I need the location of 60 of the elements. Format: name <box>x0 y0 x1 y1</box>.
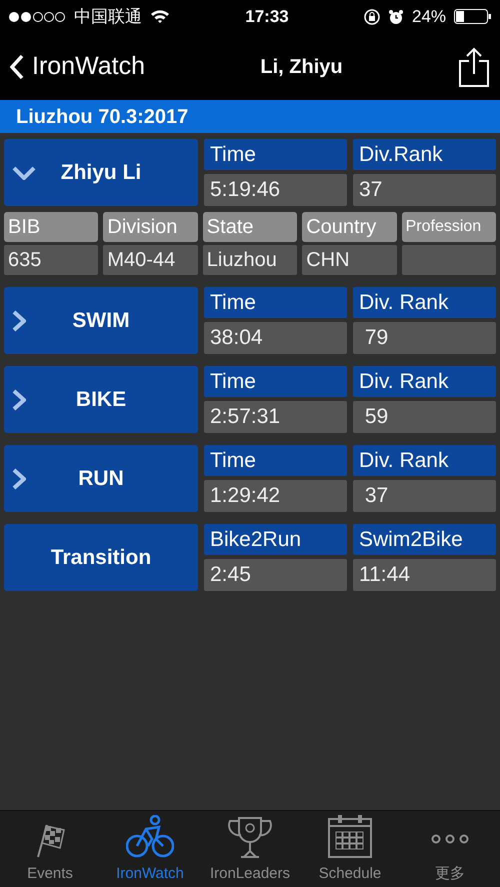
calendar-icon <box>327 812 373 858</box>
page-title: Li, Zhiyu <box>260 54 343 80</box>
alarm-icon <box>388 8 404 24</box>
signal-icon <box>8 10 66 22</box>
chevron-right-icon <box>12 468 26 490</box>
stat-value: 2:57:31 <box>204 401 347 433</box>
stat-value: 37 <box>353 174 496 206</box>
stat-value: 59 <box>353 401 496 433</box>
info-value: M40-44 <box>103 245 198 275</box>
segment-button[interactable]: SWIM <box>4 287 198 354</box>
tab-item[interactable]: Events <box>0 811 100 887</box>
tab-item[interactable]: 更多 <box>400 811 500 887</box>
stat-label: Bike2Run <box>204 524 347 555</box>
back-button[interactable]: IronWatch <box>10 48 146 86</box>
info-label: Profession <box>402 212 496 242</box>
stat-value: 2:45 <box>204 559 347 591</box>
event-title: Liuzhou 70.3:2017 <box>16 104 188 130</box>
chevron-right-icon <box>12 388 26 410</box>
stat-value: 11:44 <box>353 559 496 591</box>
more-icon <box>430 832 470 844</box>
stat-label: Time <box>204 287 347 318</box>
info-label: BIB <box>4 212 98 242</box>
stat-value: 1:29:42 <box>204 480 347 512</box>
cyclist-icon <box>126 814 174 858</box>
segment-button[interactable]: BIKE <box>4 366 198 433</box>
segment-button[interactable]: RUN <box>4 445 198 512</box>
stat-label: Div.Rank <box>353 139 496 170</box>
tab-item[interactable]: IronLeaders <box>200 811 300 887</box>
rotation-lock-icon <box>364 8 380 24</box>
athlete-name-button[interactable]: Zhiyu Li <box>4 139 198 206</box>
tab-item[interactable]: Schedule <box>300 811 400 887</box>
wifi-icon <box>150 9 170 24</box>
info-value: CHN <box>302 245 397 275</box>
info-value: 635 <box>4 245 98 275</box>
status-time: 17:33 <box>245 6 289 28</box>
stat-label: Div. Rank <box>353 287 496 318</box>
stat-value: 37 <box>353 480 496 512</box>
stat-label: Time <box>204 366 347 397</box>
stat-label: Div. Rank <box>353 366 496 397</box>
battery-percent: 24% <box>412 6 446 28</box>
info-label: Country <box>302 212 397 242</box>
stat-value: 5:19:46 <box>204 174 347 206</box>
stat-label: Div. Rank <box>353 445 496 476</box>
battery-icon <box>454 9 492 24</box>
info-label: State <box>202 212 298 242</box>
info-label: Division <box>103 212 198 242</box>
stat-label: Time <box>204 139 347 170</box>
stat-label: Swim2Bike <box>353 524 496 555</box>
share-icon[interactable] <box>458 46 490 86</box>
trophy-icon <box>227 814 273 858</box>
section-header: Transition <box>4 524 198 591</box>
tab-item[interactable]: IronWatch <box>100 811 200 887</box>
info-value: Liuzhou <box>202 245 298 275</box>
carrier-name: 中国联通 <box>74 6 142 28</box>
chevron-down-icon <box>12 166 36 180</box>
stat-value: 38:04 <box>204 322 347 354</box>
stat-value: 79 <box>353 322 496 354</box>
back-chevron-icon <box>10 54 24 80</box>
stat-label: Time <box>204 445 347 476</box>
chevron-right-icon <box>12 310 26 332</box>
